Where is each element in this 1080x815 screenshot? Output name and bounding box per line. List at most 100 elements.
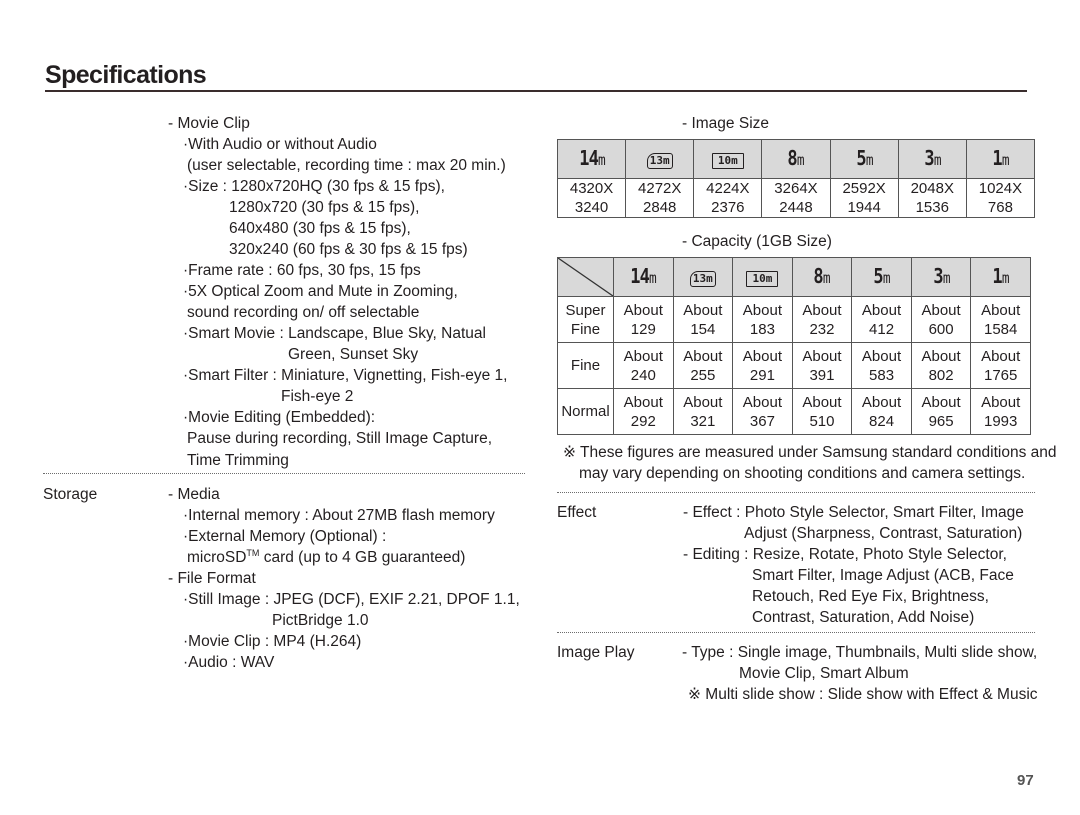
- spec-line: Pause during recording, Still Image Capt…: [187, 430, 492, 447]
- spec-line: ·Movie Clip : MP4 (H.264): [183, 633, 362, 650]
- storage-label: Storage: [43, 486, 98, 503]
- resolution-cell: 2048X 1536: [897, 178, 967, 218]
- resolution-cell: 2592X 1944: [829, 178, 899, 218]
- capacity-cell: About 129: [613, 296, 674, 343]
- microsd-suffix: card (up to 4 GB guaranteed): [259, 549, 466, 566]
- spec-line: 1280x720 (30 fps & 15 fps),: [229, 199, 420, 216]
- spec-line: Adjust (Sharpness, Contrast, Saturation): [744, 525, 1023, 542]
- 14m-icon: 14m: [613, 257, 674, 297]
- capacity-cell: About 291: [732, 342, 793, 389]
- resolution-cell: 3264X 2448: [761, 178, 831, 218]
- page-number: 97: [1017, 772, 1034, 789]
- image-size-heading: - Image Size: [682, 115, 770, 132]
- capacity-cell: About 183: [732, 296, 793, 343]
- spec-line: ·Audio : WAV: [183, 654, 275, 671]
- spec-line: (user selectable, recording time : max 2…: [187, 157, 506, 174]
- microsd-text: microSD: [187, 549, 247, 566]
- 3m-icon: 3m: [897, 139, 967, 179]
- section-divider: [557, 632, 1035, 633]
- capacity-body: Super Fine About 129 About 154 About 183 About 23…: [557, 296, 1031, 435]
- capacity-cell: About 412: [851, 296, 912, 343]
- spec-line: ·Internal memory : About 27MB flash memo…: [183, 507, 495, 524]
- 13m-wide-icon: 13m: [672, 257, 734, 297]
- spec-line: - Editing : Resize, Rotate, Photo Style …: [683, 546, 1007, 563]
- capacity-cell: About 292: [613, 388, 674, 435]
- spec-line: 320x240 (60 fps & 30 fps & 15 fps): [229, 241, 468, 258]
- 8m-icon: 8m: [761, 139, 831, 179]
- spec-line: ※ Multi slide show : Slide show with Eff…: [688, 686, 1038, 703]
- capacity-note-cont: may vary depending on shooting condition…: [579, 465, 1026, 482]
- capacity-cell: About 240: [613, 342, 674, 389]
- 5m-icon: 5m: [829, 139, 899, 179]
- spec-line: ·Movie Editing (Embedded):: [183, 409, 376, 426]
- capacity-row: Super Fine About 129 About 154 About 183 About 23…: [557, 296, 1031, 343]
- spec-line: Smart Filter, Image Adjust (ACB, Face: [752, 567, 1014, 584]
- movie-clip-heading: - Movie Clip: [168, 115, 250, 132]
- capacity-cell: About 510: [791, 388, 853, 435]
- spec-line: Time Trimming: [187, 452, 289, 469]
- resolution-cell: 4272X 2848: [625, 178, 695, 218]
- diagonal-line: [558, 258, 613, 296]
- spec-line: PictBridge 1.0: [272, 612, 369, 629]
- section-divider: [557, 492, 1035, 493]
- spec-line: ·With Audio or without Audio: [183, 136, 377, 153]
- capacity-cell: About 802: [910, 342, 972, 389]
- spec-line: ·Smart Filter : Miniature, Vignetting, F…: [183, 367, 508, 384]
- capacity-cell: About 1765: [970, 342, 1031, 389]
- capacity-row: Fine About 240 About 255 About 291 About 391 Abou…: [557, 342, 1031, 389]
- spec-line: - Type : Single image, Thumbnails, Multi…: [682, 644, 1038, 661]
- capacity-cell: About 583: [851, 342, 912, 389]
- 8m-icon: 8m: [791, 257, 853, 297]
- quality-label: Super Fine: [557, 296, 614, 343]
- spec-line: Retouch, Red Eye Fix, Brightness,: [752, 588, 989, 605]
- resolution-cell: 4224X 2376: [693, 178, 763, 218]
- spec-line: Fish-eye 2: [281, 388, 354, 405]
- resolution-row: 4320X 3240 4272X 2848 4224X 2376 3264X 2448 …: [556, 178, 1036, 218]
- icon-row: 14m 13m 10m 8m 5m 3m 1m: [556, 139, 1036, 179]
- spec-line: ·5X Optical Zoom and Mute in Zooming,: [183, 283, 458, 300]
- capacity-cell: About 1584: [970, 296, 1031, 343]
- 13m-wide-icon: 13m: [625, 139, 695, 179]
- diagonal-header-cell: [557, 257, 614, 297]
- capacity-cell: About 600: [910, 296, 972, 343]
- effect-label: Effect: [557, 504, 597, 521]
- capacity-cell: About 1993: [970, 388, 1031, 435]
- spec-line: - Effect : Photo Style Selector, Smart F…: [683, 504, 1024, 521]
- 10m-panorama-icon: 10m: [693, 139, 763, 179]
- image-play-label: Image Play: [557, 644, 635, 661]
- spec-line: ·Frame rate : 60 fps, 30 fps, 15 fps: [183, 262, 421, 279]
- quality-label: Fine: [557, 342, 614, 389]
- quality-label: Normal: [557, 388, 614, 435]
- resolution-cell: 4320X 3240: [556, 178, 627, 218]
- 1m-icon: 1m: [965, 139, 1036, 179]
- spec-line: Contrast, Saturation, Add Noise): [752, 609, 975, 626]
- capacity-cell: About 232: [791, 296, 853, 343]
- capacity-cell: About 824: [851, 388, 912, 435]
- resolution-cell: 1024X 768: [965, 178, 1036, 218]
- capacity-cell: About 367: [732, 388, 793, 435]
- media-heading: - Media: [168, 486, 220, 503]
- microsd-line: microSDTM card (up to 4 GB guaranteed): [187, 547, 465, 568]
- capacity-note: ※ These figures are measured under Samsu…: [563, 444, 1057, 461]
- image-size-table: 14m 13m 10m 8m 5m 3m 1m 4320X 3240 4272X 2…: [556, 139, 1036, 218]
- spec-line: 640x480 (30 fps & 15 fps),: [229, 220, 411, 237]
- section-divider: [43, 473, 525, 474]
- capacity-cell: About 255: [672, 342, 734, 389]
- spec-line: Green, Sunset Sky: [288, 346, 419, 363]
- 10m-panorama-icon: 10m: [732, 257, 793, 297]
- capacity-row: Normal About 292 About 321 About 367 About 510 Ab…: [557, 388, 1031, 435]
- spec-line: sound recording on/ off selectable: [187, 304, 420, 321]
- 14m-icon: 14m: [556, 139, 627, 179]
- 1m-icon: 1m: [970, 257, 1031, 297]
- 5m-icon: 5m: [851, 257, 912, 297]
- spec-line: ·External Memory (Optional) :: [183, 528, 387, 545]
- spec-line: ·Smart Movie : Landscape, Blue Sky, Natu…: [183, 325, 486, 342]
- trademark-mark: TM: [246, 548, 260, 558]
- file-format-heading: - File Format: [168, 570, 256, 587]
- spec-line: ·Still Image : JPEG (DCF), EXIF 2.21, DP…: [183, 591, 520, 608]
- capacity-cell: About 321: [672, 388, 734, 435]
- capacity-icon-row: 14m 13m 10m 8m 5m 3m 1m: [557, 257, 1031, 297]
- capacity-heading: - Capacity (1GB Size): [682, 233, 832, 250]
- 3m-icon: 3m: [910, 257, 972, 297]
- capacity-cell: About 391: [791, 342, 853, 389]
